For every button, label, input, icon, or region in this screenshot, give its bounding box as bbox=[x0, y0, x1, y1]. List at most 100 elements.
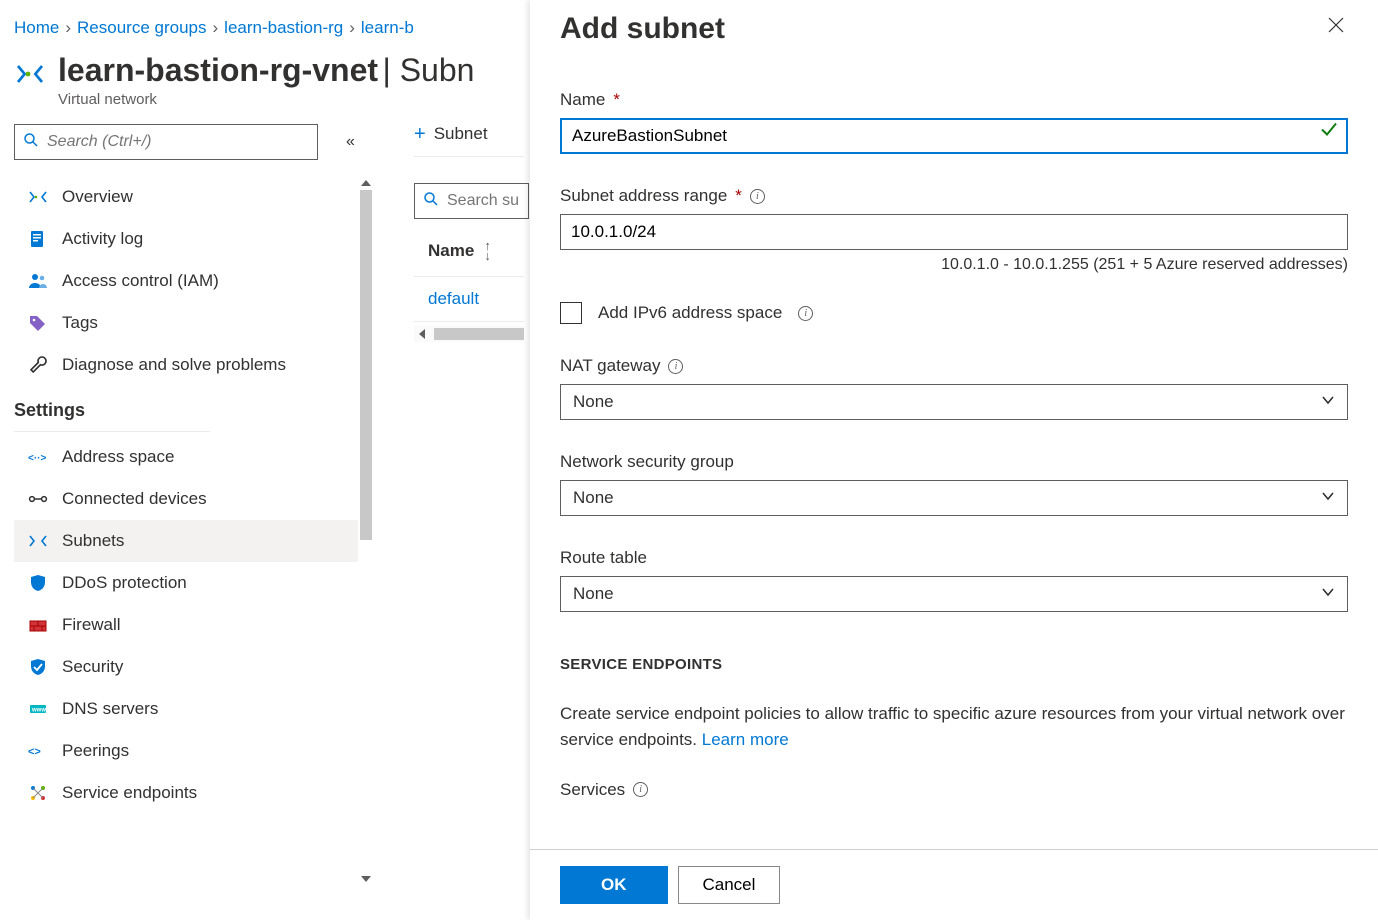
nav-label: DDoS protection bbox=[62, 573, 187, 593]
rt-select[interactable]: None bbox=[560, 576, 1348, 612]
close-button[interactable] bbox=[1324, 12, 1348, 43]
chevron-down-icon bbox=[1321, 584, 1335, 604]
vnet-icon bbox=[28, 187, 48, 207]
name-label: Name * bbox=[560, 90, 1348, 110]
ipv6-checkbox[interactable] bbox=[560, 302, 582, 324]
rt-label: Route table bbox=[560, 548, 1348, 568]
svg-text:<>: <> bbox=[28, 746, 41, 758]
dns-icon: www bbox=[28, 699, 48, 719]
subnets-search-input[interactable] bbox=[447, 192, 520, 210]
panel-footer: OK Cancel bbox=[530, 849, 1378, 920]
breadcrumb-resource-groups[interactable]: Resource groups bbox=[77, 18, 206, 38]
name-input[interactable] bbox=[560, 118, 1348, 154]
panel-title: Add subnet bbox=[560, 12, 725, 46]
vnet-icon bbox=[14, 52, 46, 90]
menu-search[interactable] bbox=[14, 124, 318, 160]
nav-label: Subnets bbox=[62, 531, 124, 551]
nav-section-settings: Settings bbox=[14, 386, 210, 432]
nav-label: Access control (IAM) bbox=[62, 271, 219, 291]
scroll-left-icon[interactable] bbox=[414, 326, 430, 342]
nav-overview[interactable]: Overview bbox=[14, 176, 374, 218]
nav-security[interactable]: Security bbox=[14, 646, 374, 688]
menu-search-input[interactable] bbox=[47, 133, 309, 151]
checkmark-icon bbox=[1320, 121, 1338, 144]
nav-label: Activity log bbox=[62, 229, 143, 249]
peerings-icon: <> bbox=[28, 741, 48, 761]
scroll-thumb[interactable] bbox=[434, 328, 524, 340]
blade-name: | Subn bbox=[382, 52, 474, 88]
nav-label: Overview bbox=[62, 187, 133, 207]
nav-diagnose[interactable]: Diagnose and solve problems bbox=[14, 344, 374, 386]
search-icon bbox=[423, 191, 439, 212]
chevron-right-icon: › bbox=[349, 18, 355, 38]
scroll-thumb[interactable] bbox=[360, 190, 372, 540]
chevron-right-icon: › bbox=[65, 18, 71, 38]
subnets-search[interactable] bbox=[414, 183, 529, 219]
table-row[interactable]: default bbox=[414, 277, 524, 322]
people-icon bbox=[28, 271, 48, 291]
sort-icon: ↑↓ bbox=[484, 241, 491, 262]
nav-subnets[interactable]: Subnets bbox=[14, 520, 374, 562]
nav-firewall[interactable]: Firewall bbox=[14, 604, 374, 646]
nav-peerings[interactable]: <> Peerings bbox=[14, 730, 374, 772]
horizontal-scrollbar[interactable] bbox=[414, 326, 524, 342]
column-header-name[interactable]: Name ↑↓ bbox=[414, 219, 524, 277]
wrench-icon bbox=[28, 355, 48, 375]
tag-icon bbox=[28, 313, 48, 333]
nav-label: DNS servers bbox=[62, 699, 158, 719]
address-space-icon: <··> bbox=[28, 447, 48, 467]
shield-check-icon bbox=[28, 657, 48, 677]
nav-activity-log[interactable]: Activity log bbox=[14, 218, 374, 260]
scroll-down-icon[interactable] bbox=[360, 872, 372, 886]
scroll-up-icon[interactable] bbox=[360, 176, 372, 190]
add-subnet-button[interactable]: + Subnet bbox=[414, 124, 488, 144]
nav-access-control[interactable]: Access control (IAM) bbox=[14, 260, 374, 302]
breadcrumb-vnet[interactable]: learn-b bbox=[361, 18, 414, 38]
nav-dns-servers[interactable]: www DNS servers bbox=[14, 688, 374, 730]
shield-icon bbox=[28, 573, 48, 593]
search-icon bbox=[23, 132, 39, 153]
collapse-menu-icon[interactable]: « bbox=[346, 133, 355, 151]
range-label: Subnet address range * i bbox=[560, 186, 1348, 206]
cancel-button[interactable]: Cancel bbox=[678, 866, 781, 904]
page-title: learn-bastion-rg-vnet | Subn bbox=[58, 52, 474, 89]
nav-address-space[interactable]: <··> Address space bbox=[14, 436, 374, 478]
nav-label: Firewall bbox=[62, 615, 121, 635]
nav-label: Service endpoints bbox=[62, 783, 197, 803]
nav-scrollbar[interactable] bbox=[358, 176, 374, 886]
range-input[interactable] bbox=[560, 214, 1348, 250]
subnet-icon bbox=[28, 531, 48, 551]
info-icon[interactable]: i bbox=[798, 306, 813, 321]
section-service-endpoints: SERVICE ENDPOINTS bbox=[560, 656, 1348, 673]
nav-label: Address space bbox=[62, 447, 174, 467]
nsg-select[interactable]: None bbox=[560, 480, 1348, 516]
resource-type: Virtual network bbox=[58, 91, 474, 108]
chevron-down-icon bbox=[1321, 392, 1335, 412]
nav-connected-devices[interactable]: Connected devices bbox=[14, 478, 374, 520]
service-endpoints-desc: Create service endpoint policies to allo… bbox=[560, 701, 1348, 754]
nav-label: Peerings bbox=[62, 741, 129, 761]
nav-label: Connected devices bbox=[62, 489, 207, 509]
firewall-icon bbox=[28, 615, 48, 635]
breadcrumb-rg-name[interactable]: learn-bastion-rg bbox=[224, 18, 343, 38]
nav-ddos[interactable]: DDoS protection bbox=[14, 562, 374, 604]
cmd-label: Subnet bbox=[434, 124, 488, 144]
learn-more-link[interactable]: Learn more bbox=[702, 730, 789, 749]
svg-text:www: www bbox=[31, 708, 46, 714]
breadcrumb-home[interactable]: Home bbox=[14, 18, 59, 38]
log-icon bbox=[28, 229, 48, 249]
ok-button[interactable]: OK bbox=[560, 866, 668, 904]
info-icon[interactable]: i bbox=[668, 359, 683, 374]
nav-tags[interactable]: Tags bbox=[14, 302, 374, 344]
chevron-right-icon: › bbox=[213, 18, 219, 38]
nat-select[interactable]: None bbox=[560, 384, 1348, 420]
range-helper: 10.0.1.0 - 10.0.1.255 (251 + 5 Azure res… bbox=[560, 256, 1348, 274]
endpoints-icon bbox=[28, 783, 48, 803]
nav-service-endpoints[interactable]: Service endpoints bbox=[14, 772, 374, 814]
info-icon[interactable]: i bbox=[633, 782, 648, 797]
info-icon[interactable]: i bbox=[750, 189, 765, 204]
nav-label: Tags bbox=[62, 313, 98, 333]
nat-label: NAT gateway i bbox=[560, 356, 1348, 376]
nav-label: Diagnose and solve problems bbox=[62, 355, 286, 375]
services-label: Services i bbox=[560, 780, 1348, 800]
